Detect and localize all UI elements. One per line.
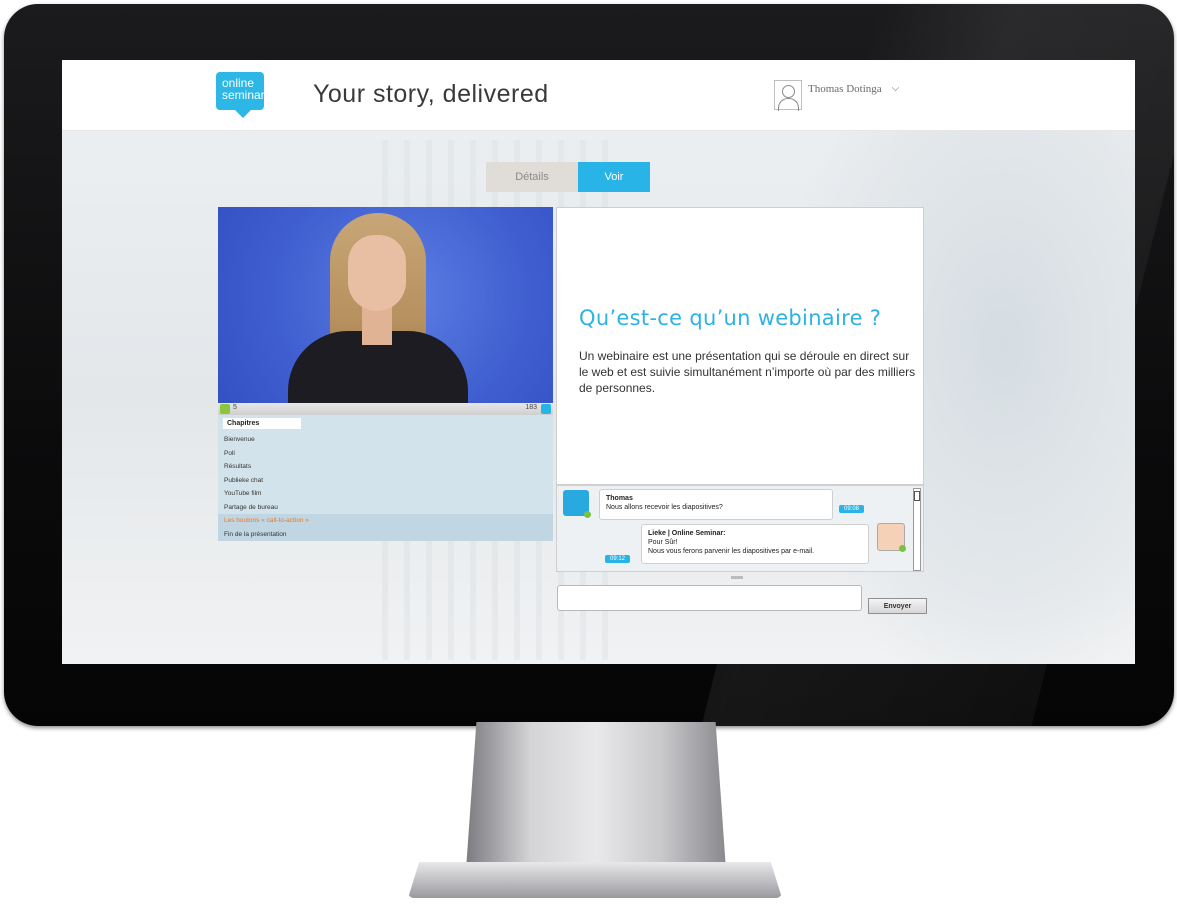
chapters-panel: Chapitres Bienvenue Poll Résultats Publi…: [218, 415, 553, 541]
chapters-title: Chapitres: [223, 418, 301, 429]
presenter-avatar-icon: [877, 523, 906, 552]
view-tabs: Détails Voir: [486, 162, 650, 192]
chat-timestamp: 09:12: [605, 555, 631, 563]
chat-scrollbar[interactable]: [913, 488, 921, 571]
chevron-down-icon[interactable]: ⌵: [892, 83, 900, 94]
chat-panel: Thomas Nous allons recevoir les diaposit…: [556, 485, 924, 572]
monitor-stand-base: [408, 862, 782, 898]
chapter-item-active[interactable]: Les boutons « call-to-action »: [218, 514, 553, 528]
slide-body: Un webinaire est une présentation qui se…: [579, 349, 916, 395]
chat-text: Nous vous ferons parvenir les diapositiv…: [648, 548, 815, 555]
presentation-slide: Qu’est-ce qu’un webinaire ? Un webinaire…: [556, 207, 924, 485]
chapters-list: Bienvenue Poll Résultats Publieke chat Y…: [218, 433, 553, 541]
download-icon[interactable]: [541, 404, 551, 414]
logo-line2: seminar: [222, 88, 265, 102]
resize-handle[interactable]: [731, 576, 743, 579]
chat-input[interactable]: [557, 585, 862, 611]
tagline: Your story, delivered: [313, 80, 549, 108]
monitor-stand-neck: [466, 722, 726, 870]
chat-author: Thomas: [606, 495, 633, 502]
chapter-item[interactable]: Résultats: [218, 460, 553, 474]
chapter-item[interactable]: Bienvenue: [218, 433, 553, 447]
like-icon[interactable]: [220, 404, 230, 414]
tab-details[interactable]: Détails: [486, 162, 578, 192]
chat-message: Lieke | Online Seminar: Pour Sûr! Nous v…: [641, 524, 869, 564]
app-header: online seminar Your story, delivered Tho…: [62, 60, 1135, 131]
chat-author: Lieke | Online Seminar:: [648, 530, 726, 537]
screen: online seminar Your story, delivered Tho…: [62, 60, 1135, 664]
video-player[interactable]: [218, 207, 553, 403]
like-count: 5: [233, 404, 237, 411]
tab-voir[interactable]: Voir: [578, 162, 650, 192]
chat-message: Thomas Nous allons recevoir les diaposit…: [599, 489, 833, 520]
online-seminar-logo[interactable]: online seminar: [216, 72, 265, 118]
chapter-item[interactable]: Fin de la présentation: [218, 527, 553, 541]
slide-title: Qu’est-ce qu’un webinaire ?: [579, 306, 882, 330]
user-menu[interactable]: Thomas Dotinga ⌵: [774, 80, 900, 111]
user-name: Thomas Dotinga: [808, 83, 882, 95]
user-avatar-icon: [774, 80, 802, 111]
user-avatar-icon: [563, 490, 591, 518]
chapter-item[interactable]: Partage de bureau: [218, 501, 553, 515]
view-count: 183: [525, 404, 537, 411]
chapter-item[interactable]: Poll: [218, 447, 553, 461]
video-toolbar: 5 183: [218, 403, 553, 415]
chapter-item[interactable]: Publieke chat: [218, 474, 553, 488]
presenter-video-frame: [278, 213, 478, 403]
chat-text: Nous allons recevoir les diapositives?: [606, 504, 723, 511]
send-button[interactable]: Envoyer: [868, 598, 927, 614]
chat-text: Pour Sûr!: [648, 539, 678, 546]
chapter-item[interactable]: YouTube film: [218, 487, 553, 501]
chat-timestamp: 09:08: [839, 505, 865, 513]
